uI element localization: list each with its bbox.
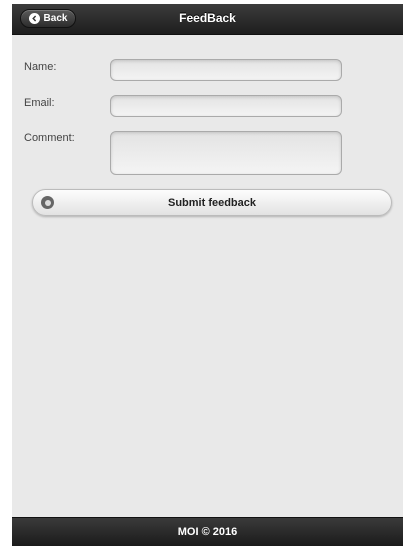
footer-copyright: MOI © 2016: [177, 526, 238, 538]
comment-field[interactable]: [110, 131, 342, 175]
email-field[interactable]: [110, 95, 342, 117]
submit-feedback-label: Submit feedback: [167, 196, 257, 209]
radio-circle-icon: [41, 196, 54, 209]
name-label: Name:: [24, 61, 57, 73]
page-title: FeedBack: [179, 11, 236, 25]
email-label: Email:: [24, 97, 55, 109]
footer-bar: MOI © 2016: [12, 517, 403, 546]
header-bar: Back FeedBack: [12, 4, 403, 35]
submit-feedback-button[interactable]: Submit feedback: [32, 189, 392, 216]
comment-label: Comment:: [24, 132, 75, 144]
name-field[interactable]: [110, 59, 342, 81]
app-screen: Back FeedBack Name: Email: Comment: Subm…: [12, 4, 403, 546]
